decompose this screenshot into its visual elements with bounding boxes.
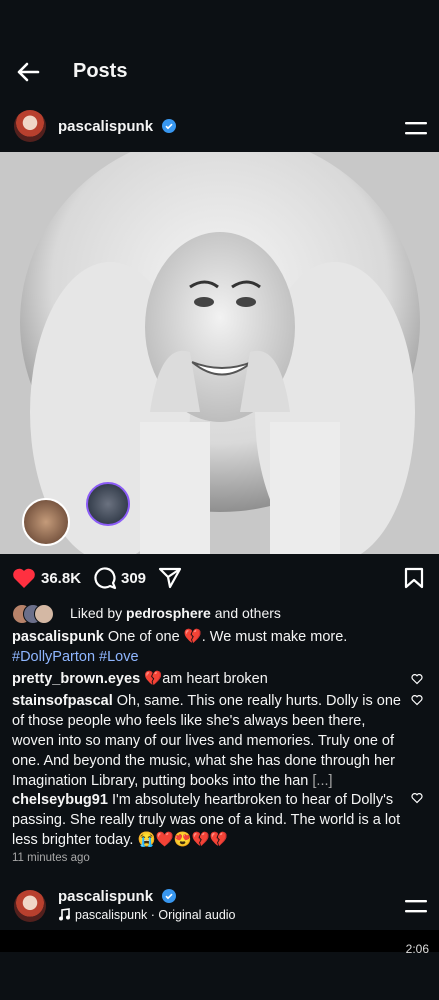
verified-badge-icon: [161, 119, 176, 133]
timestamp: 11 minutes ago: [12, 852, 90, 864]
like-count[interactable]: 36.8K: [41, 570, 81, 587]
comment-username[interactable]: pretty_brown.eyes: [12, 671, 140, 687]
heart-icon[interactable]: [12, 567, 36, 589]
bookmark-icon[interactable]: [404, 567, 424, 589]
post-header: pascalispunk: [0, 106, 439, 150]
hashtags[interactable]: #DollyParton #Love: [12, 649, 139, 665]
story-avatar[interactable]: [22, 498, 70, 546]
story-avatar[interactable]: [86, 482, 130, 526]
avatar[interactable]: [14, 890, 46, 922]
back-arrow-icon[interactable]: [14, 58, 42, 86]
post-photo[interactable]: [0, 152, 439, 554]
liked-by-prefix: Liked by: [70, 605, 123, 621]
next-post-header: pascalispunk pascalispunk · Original aud…: [0, 884, 439, 928]
liked-by-user[interactable]: pedrosphere: [126, 605, 211, 621]
comment-item: pretty_brown.eyes 💔am heart broken: [12, 669, 400, 689]
comment-like-icon[interactable]: [411, 673, 423, 685]
music-note-icon: [59, 908, 70, 921]
post-username[interactable]: pascalispunk: [58, 118, 153, 135]
caption: pascalispunk One of one 💔. We must make …: [12, 627, 427, 667]
comment-username[interactable]: stainsofpascal: [12, 693, 113, 709]
audio-label[interactable]: pascalispunk · Original audio: [75, 908, 236, 922]
caption-text: One of one 💔. We must make more.: [107, 629, 348, 645]
portrait-image: [0, 152, 439, 554]
clock-time: 2:06: [405, 942, 429, 956]
comment-like-icon[interactable]: [411, 792, 423, 804]
avatar[interactable]: [14, 110, 46, 142]
comment-item: chelseybug91 I'm absolutely heartbroken …: [12, 790, 404, 850]
action-bar: 36.8K 309: [0, 564, 439, 594]
menu-icon[interactable]: [405, 899, 427, 913]
top-bar: Posts: [0, 50, 439, 94]
share-icon[interactable]: [158, 567, 182, 589]
comment-username[interactable]: chelseybug91: [12, 792, 108, 808]
comment-item: stainsofpascal Oh, same. This one really…: [12, 691, 404, 791]
menu-icon[interactable]: [405, 121, 427, 135]
page-title: Posts: [73, 60, 128, 82]
next-post-username[interactable]: pascalispunk: [58, 888, 153, 905]
liked-by-row[interactable]: Liked by pedrosphere and others: [12, 603, 432, 625]
more-link[interactable]: [...]: [312, 773, 332, 789]
caption-username[interactable]: pascalispunk: [12, 629, 104, 645]
liker-avatar: [34, 604, 54, 624]
comment-count[interactable]: 309: [121, 570, 146, 587]
bottom-bar: 2:06: [0, 930, 439, 956]
comment-icon[interactable]: [93, 566, 117, 590]
comment-like-icon[interactable]: [411, 694, 423, 706]
comment-text: 💔am heart broken: [144, 671, 268, 687]
liked-by-suffix: and others: [214, 605, 281, 621]
verified-badge-icon: [161, 889, 176, 903]
